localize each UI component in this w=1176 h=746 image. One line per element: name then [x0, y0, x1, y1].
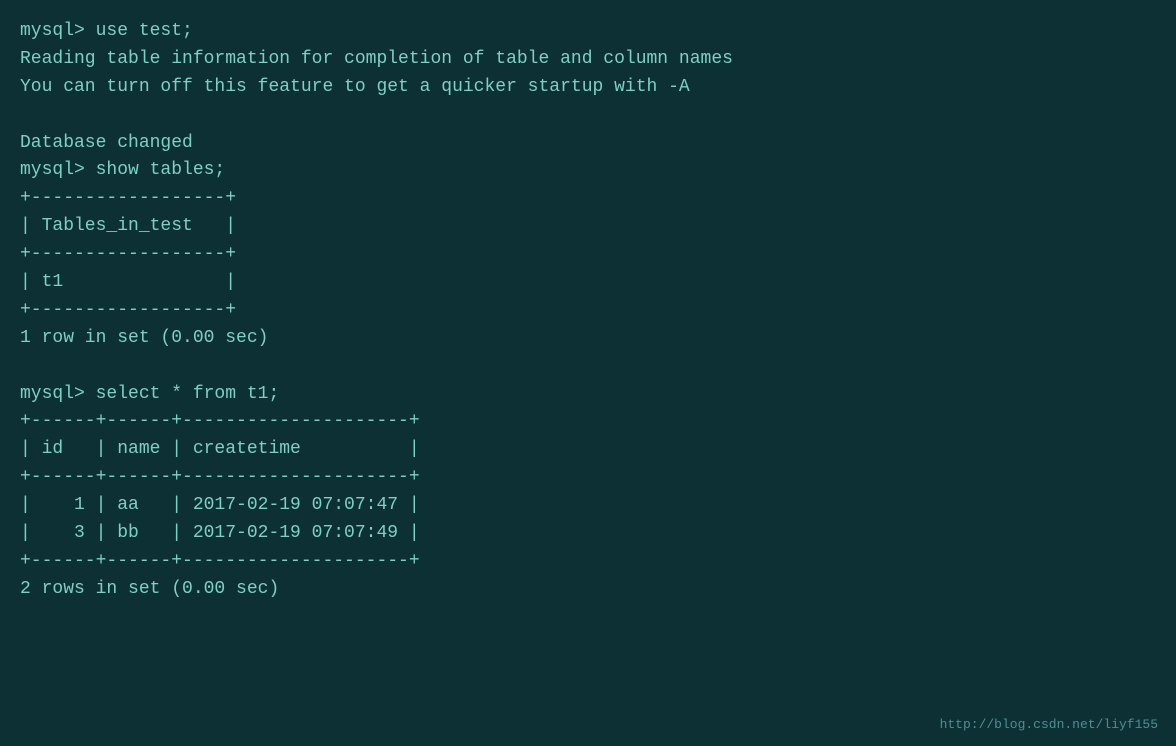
terminal-line: +------+------+---------------------+	[20, 464, 1156, 492]
terminal-line: | 3 | bb | 2017-02-19 07:07:49 |	[20, 520, 1156, 548]
terminal-line: | Tables_in_test |	[20, 213, 1156, 241]
terminal-line: Reading table information for completion…	[20, 46, 1156, 74]
watermark: http://blog.csdn.net/liyf155	[940, 717, 1158, 732]
terminal-line: | 1 | aa | 2017-02-19 07:07:47 |	[20, 492, 1156, 520]
terminal-output: mysql> use test;Reading table informatio…	[20, 18, 1156, 604]
terminal-line: 1 row in set (0.00 sec)	[20, 325, 1156, 353]
terminal-line: +------------------+	[20, 185, 1156, 213]
terminal-line: | id | name | createtime |	[20, 436, 1156, 464]
terminal-line: 2 rows in set (0.00 sec)	[20, 576, 1156, 604]
terminal-line: +------+------+---------------------+	[20, 408, 1156, 436]
terminal-line: mysql> use test;	[20, 18, 1156, 46]
terminal-line: Database changed	[20, 130, 1156, 158]
terminal-line: mysql> select * from t1;	[20, 381, 1156, 409]
terminal-line: You can turn off this feature to get a q…	[20, 74, 1156, 102]
terminal-line: +------------------+	[20, 297, 1156, 325]
terminal-window: mysql> use test;Reading table informatio…	[0, 0, 1176, 746]
terminal-line: +------------------+	[20, 241, 1156, 269]
blank-line	[20, 102, 1156, 130]
terminal-line: +------+------+---------------------+	[20, 548, 1156, 576]
terminal-line: | t1 |	[20, 269, 1156, 297]
terminal-line: mysql> show tables;	[20, 157, 1156, 185]
blank-line	[20, 353, 1156, 381]
